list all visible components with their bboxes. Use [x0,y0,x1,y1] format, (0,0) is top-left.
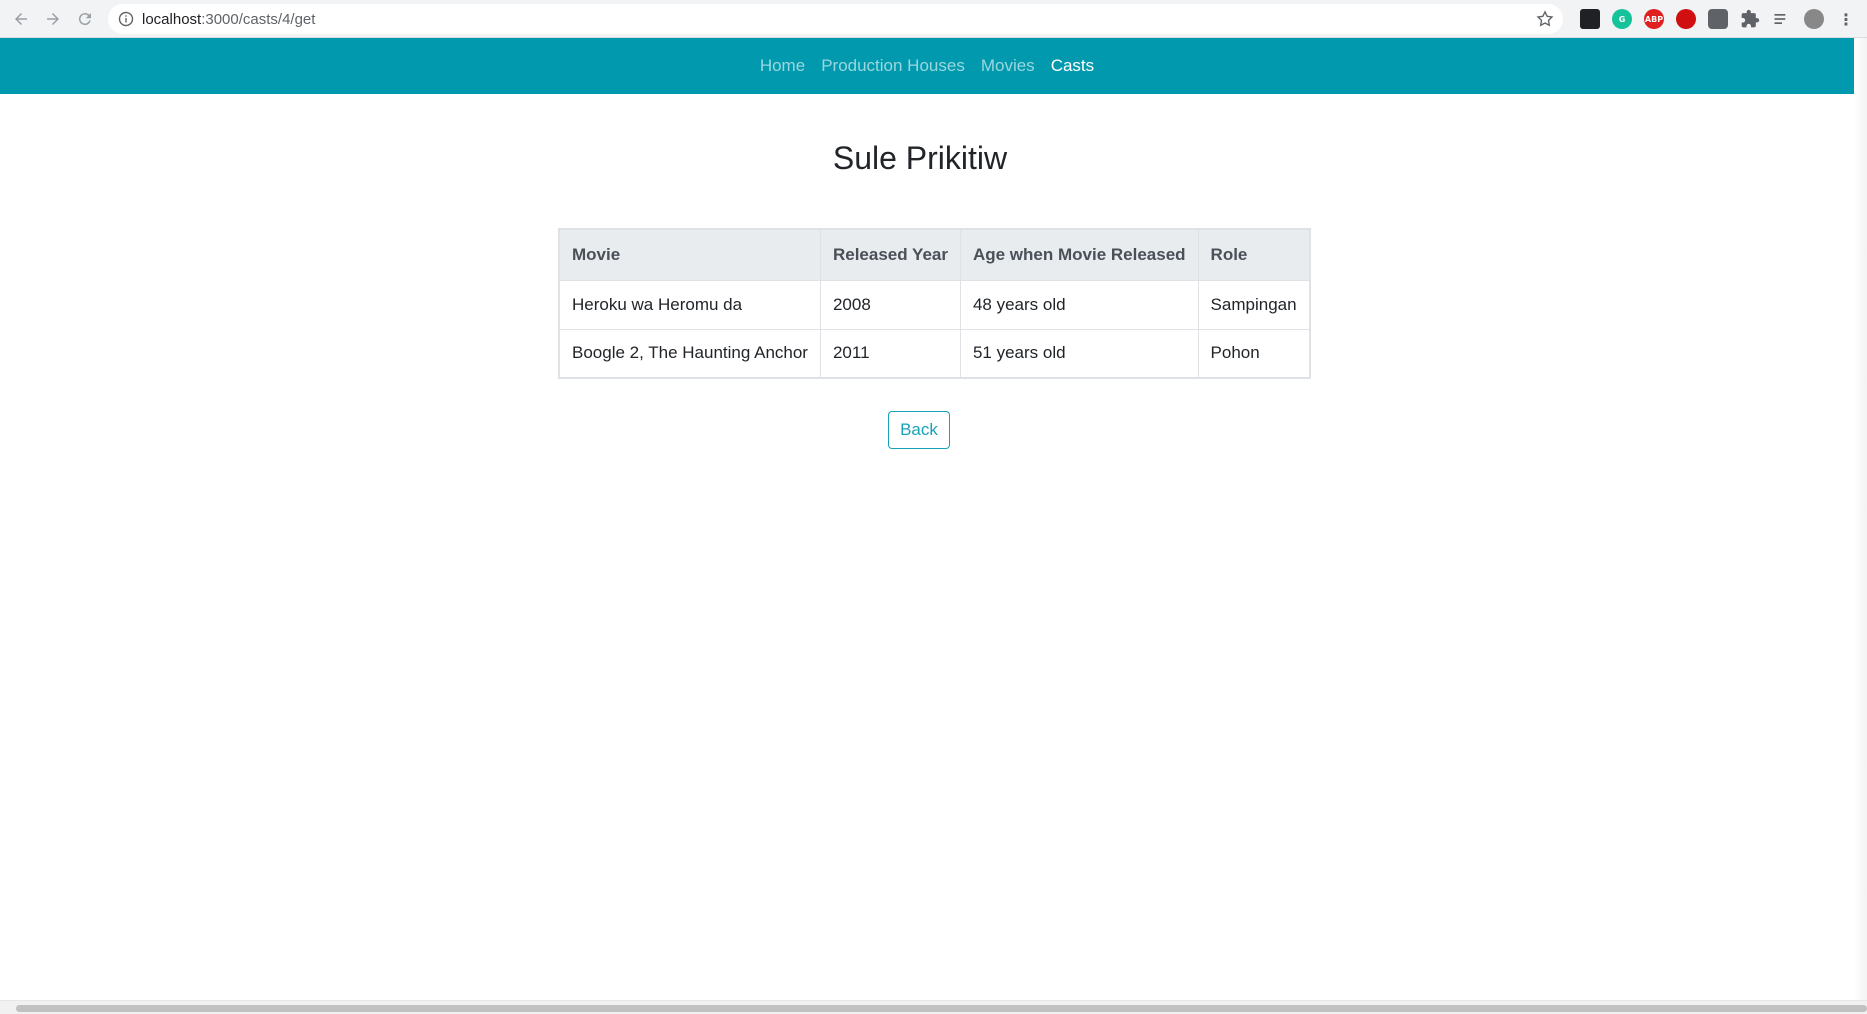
grammarly-icon[interactable]: G [1612,9,1632,29]
url-host: localhost [142,11,202,28]
table-row: Boogle 2, The Haunting Anchor 2011 51 ye… [558,328,1311,379]
header-movie: Movie [558,228,821,281]
address-bar[interactable]: localhost:3000/casts/4/get [108,4,1563,34]
nav-home[interactable]: Home [752,38,813,94]
url-text: localhost:3000/casts/4/get [142,11,315,28]
header-released-year: Released Year [819,228,961,281]
horizontal-scroll-thumb[interactable] [16,1005,1867,1012]
menu-dots-icon[interactable]: ⋮ [1836,9,1856,29]
profile-avatar[interactable] [1804,9,1824,29]
header-age: Age when Movie Released [959,228,1199,281]
browser-toolbar: localhost:3000/casts/4/get G ABP ⋮ [0,0,1867,38]
nav-casts[interactable]: Casts [1043,38,1102,94]
horizontal-scrollbar[interactable] [0,1000,1867,1014]
forward-arrow-icon[interactable] [42,8,64,30]
vertical-scroll-track [1854,38,1867,1000]
tab-manager-icon[interactable] [1580,9,1600,29]
line-icon[interactable] [1708,9,1728,29]
stop-icon[interactable] [1676,9,1696,29]
main-navbar: Home Production Houses Movies Casts [0,38,1854,94]
cell-age: 48 years old [959,279,1199,330]
cell-year: 2008 [819,279,961,330]
url-path: :3000/casts/4/get [201,11,316,28]
cell-role: Sampingan [1197,279,1311,330]
bookmark-star-icon[interactable] [1535,9,1555,29]
table-row: Heroku wa Heromu da 2008 48 years old Sa… [558,279,1311,330]
nav-movies[interactable]: Movies [973,38,1043,94]
nav-production-houses[interactable]: Production Houses [813,38,973,94]
puzzle-icon[interactable] [1740,9,1760,29]
back-button[interactable]: Back [888,411,950,449]
cell-age: 51 years old [959,328,1199,379]
cell-role: Pohon [1197,328,1311,379]
cell-movie: Heroku wa Heromu da [558,279,821,330]
cell-year: 2011 [819,328,961,379]
reading-list-icon[interactable] [1772,9,1792,29]
table-header-row: Movie Released Year Age when Movie Relea… [558,228,1311,281]
back-arrow-icon[interactable] [10,8,32,30]
reload-icon[interactable] [74,8,96,30]
header-role: Role [1197,228,1311,281]
cast-movies-table: Movie Released Year Age when Movie Relea… [558,228,1311,379]
adblock-icon[interactable]: ABP [1644,9,1664,29]
page-title: Sule Prikitiw [832,140,1008,176]
site-info-icon[interactable] [118,11,134,27]
cell-movie: Boogle 2, The Haunting Anchor [558,328,821,379]
